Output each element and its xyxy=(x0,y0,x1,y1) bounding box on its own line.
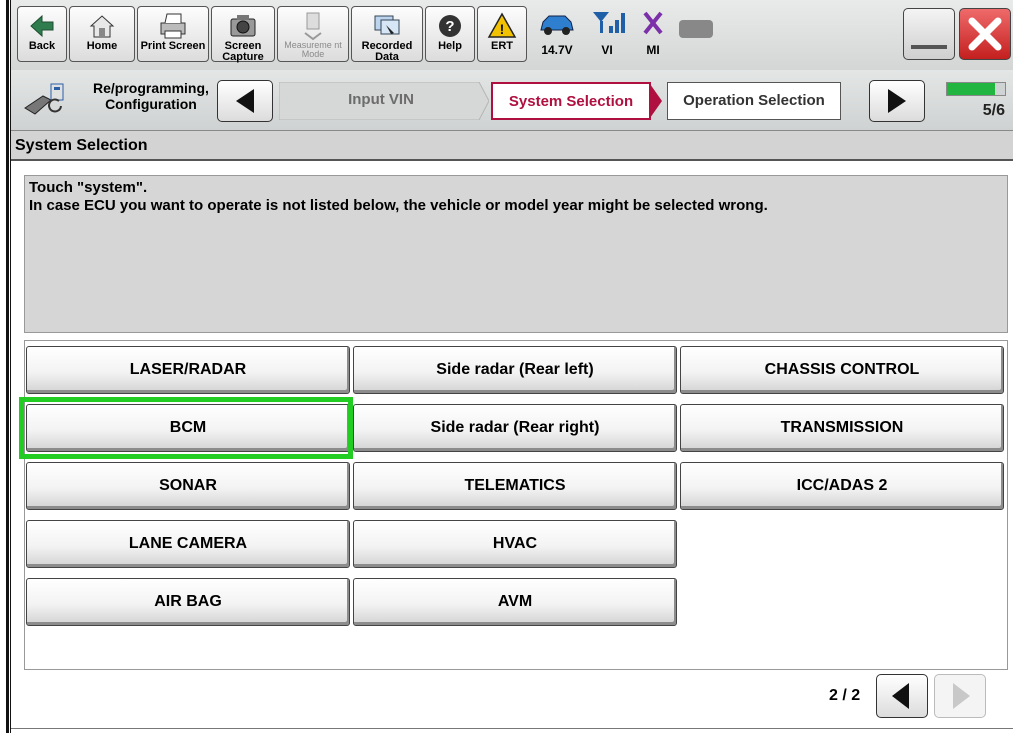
battery-voltage-status: 14.7V xyxy=(531,8,583,57)
system-button-lane-camera[interactable]: LANE CAMERA xyxy=(26,520,350,568)
minimize-icon xyxy=(911,45,947,49)
screen-capture-button[interactable]: Screen Capture xyxy=(211,6,275,63)
measurement-mode-button[interactable]: Measureme nt Mode xyxy=(277,6,349,62)
car-icon xyxy=(537,15,577,41)
warning-icon: ! xyxy=(478,11,526,41)
measurement-icon xyxy=(278,11,348,41)
system-button-sonar[interactable]: SONAR xyxy=(26,462,350,510)
current-step-pointer-icon xyxy=(650,84,662,118)
system-button-hvac[interactable]: HVAC xyxy=(353,520,677,568)
battery-icon xyxy=(679,20,713,38)
previous-step-button[interactable] xyxy=(217,80,273,122)
recorded-data-button[interactable]: Recorded Data xyxy=(351,6,423,63)
system-button-side-radar-rear-right[interactable]: Side radar (Rear right) xyxy=(353,404,677,452)
close-button[interactable] xyxy=(959,8,1011,60)
ert-button[interactable]: ! ERT xyxy=(477,6,527,62)
instruction-line-2: In case ECU you want to operate is not l… xyxy=(29,197,768,214)
system-button-side-radar-rear-left[interactable]: Side radar (Rear left) xyxy=(353,346,677,394)
printer-icon xyxy=(138,11,208,41)
previous-page-button[interactable] xyxy=(876,674,928,718)
close-icon xyxy=(960,17,1010,63)
system-button-icc-adas-2[interactable]: ICC/ADAS 2 xyxy=(680,462,1004,510)
breadcrumb-tool: Re/programming, Configuration xyxy=(21,78,231,122)
instruction-line-1: Touch "system". xyxy=(29,179,148,196)
step-indicator: 5/6 xyxy=(982,102,1005,119)
system-button-bcm[interactable]: BCM xyxy=(26,404,350,452)
system-button-air-bag[interactable]: AIR BAG xyxy=(26,578,350,626)
minimize-button[interactable] xyxy=(903,8,955,60)
navigation-bar: Re/programming, Configuration Input VIN … xyxy=(11,70,1013,131)
home-icon xyxy=(70,11,134,41)
disconnected-x-icon xyxy=(638,11,668,41)
next-step-button[interactable] xyxy=(869,80,925,122)
next-page-button[interactable] xyxy=(934,674,986,718)
home-button[interactable]: Home xyxy=(69,6,135,62)
window-frame-left xyxy=(6,0,9,733)
system-button-transmission[interactable]: TRANSMISSION xyxy=(680,404,1004,452)
tool-label: Re/programming, Configuration xyxy=(93,80,209,112)
system-button-chassis-control[interactable]: CHASSIS CONTROL xyxy=(680,346,1004,394)
step-operation-selection: Operation Selection xyxy=(667,82,841,120)
help-icon: ? xyxy=(426,11,474,41)
instruction-panel: Touch "system". In case ECU you want to … xyxy=(24,175,1008,333)
system-button-telematics[interactable]: TELEMATICS xyxy=(353,462,677,510)
arrow-left-icon xyxy=(218,89,272,125)
arrow-left-icon xyxy=(877,683,927,721)
help-button[interactable]: ? Help xyxy=(425,6,475,62)
reprogramming-tool-icon xyxy=(21,82,85,123)
toolbar: Back Home Print Screen Screen Capture Me… xyxy=(11,0,1013,71)
progress-bar xyxy=(946,82,1006,96)
camera-icon xyxy=(212,11,274,41)
bottom-divider xyxy=(11,728,1013,729)
vi-connection-status: VI xyxy=(587,8,627,57)
recorded-data-icon xyxy=(352,11,422,41)
step-input-vin: Input VIN xyxy=(348,91,414,108)
svg-text:?: ? xyxy=(445,18,454,35)
pagination-label: 2 / 2 xyxy=(829,687,861,704)
system-button-avm[interactable]: AVM xyxy=(353,578,677,626)
back-arrow-icon xyxy=(18,11,66,41)
mi-connection-status: MI xyxy=(633,8,673,57)
system-button-laser-radar[interactable]: LASER/RADAR xyxy=(26,346,350,394)
page-title: System Selection xyxy=(11,131,1013,161)
back-button[interactable]: Back xyxy=(17,6,67,62)
arrow-right-icon xyxy=(935,683,985,721)
print-screen-button[interactable]: Print Screen xyxy=(137,6,209,62)
arrow-right-icon xyxy=(870,89,924,125)
svg-text:!: ! xyxy=(500,21,505,37)
progress-bar-fill xyxy=(947,83,996,95)
step-system-selection: System Selection xyxy=(491,82,651,120)
signal-icon xyxy=(589,12,625,41)
